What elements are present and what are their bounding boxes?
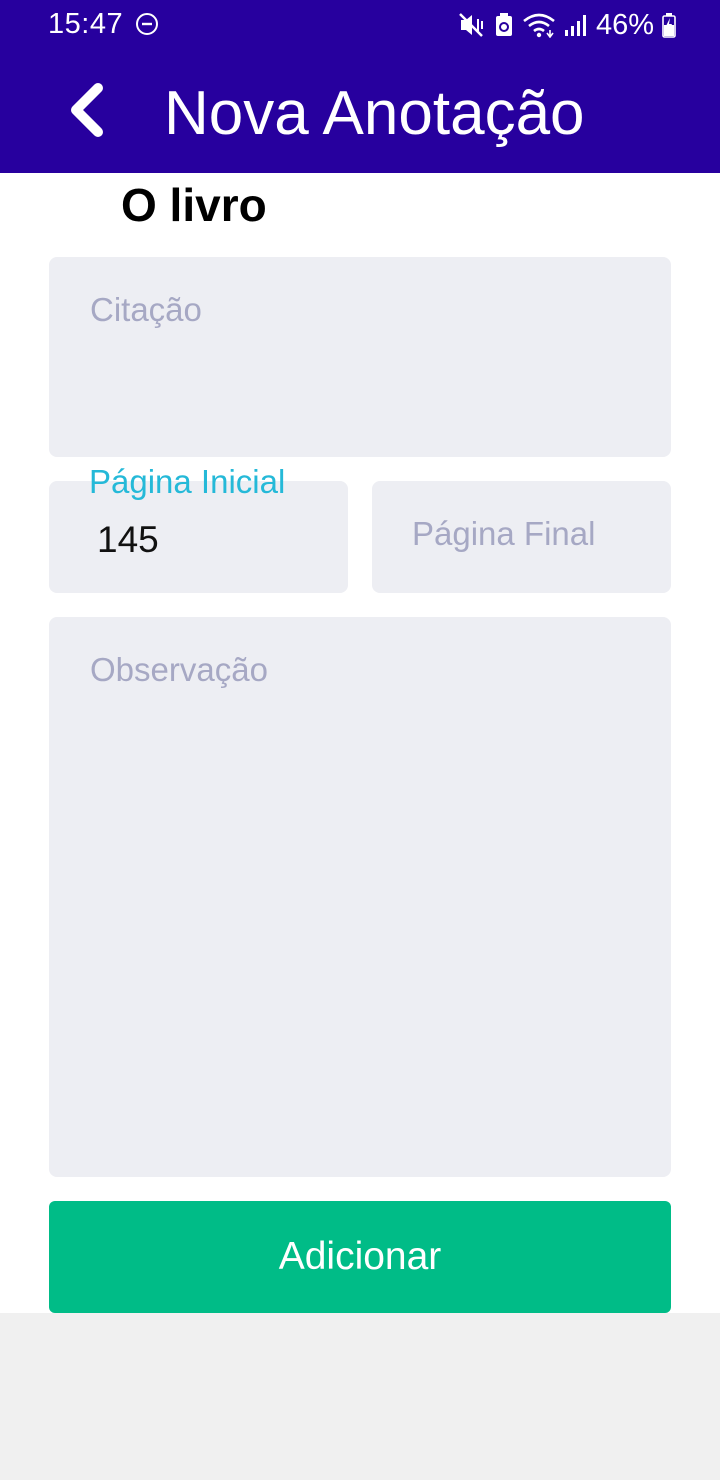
status-icons: 46% bbox=[458, 8, 676, 42]
pagina-inicial-value: 145 bbox=[97, 519, 159, 560]
status-time: 15:47 bbox=[48, 8, 124, 40]
battery-saver-icon bbox=[495, 13, 512, 36]
chevron-left-icon bbox=[71, 83, 103, 137]
battery-charging-icon bbox=[662, 13, 676, 38]
add-button[interactable]: Adicionar bbox=[49, 1201, 671, 1313]
mute-vibrate-icon bbox=[459, 13, 483, 37]
observacao-placeholder: Observação bbox=[90, 651, 268, 688]
pagina-inicial-label: Página Inicial bbox=[89, 463, 286, 500]
status-bar: 15:47 46% bbox=[0, 0, 720, 50]
observacao-input[interactable]: Observação bbox=[49, 617, 671, 1177]
pagina-inicial-input[interactable]: Página Inicial 145 bbox=[49, 463, 348, 593]
signal-icon bbox=[564, 15, 586, 36]
pagina-final-input[interactable]: Página Final bbox=[372, 481, 671, 593]
battery-percent: 46% bbox=[595, 8, 654, 41]
wifi-icon bbox=[523, 13, 555, 38]
page-title: Nova Anotação bbox=[164, 79, 585, 148]
dnd-icon bbox=[136, 13, 158, 35]
app-header: 15:47 46% Nova Anotação bbox=[0, 0, 720, 173]
book-title: O livro bbox=[121, 179, 267, 231]
back-button[interactable] bbox=[56, 78, 116, 142]
pagina-final-placeholder: Página Final bbox=[412, 515, 596, 552]
citacao-placeholder: Citação bbox=[90, 291, 202, 328]
citacao-input[interactable]: Citação bbox=[49, 257, 671, 457]
